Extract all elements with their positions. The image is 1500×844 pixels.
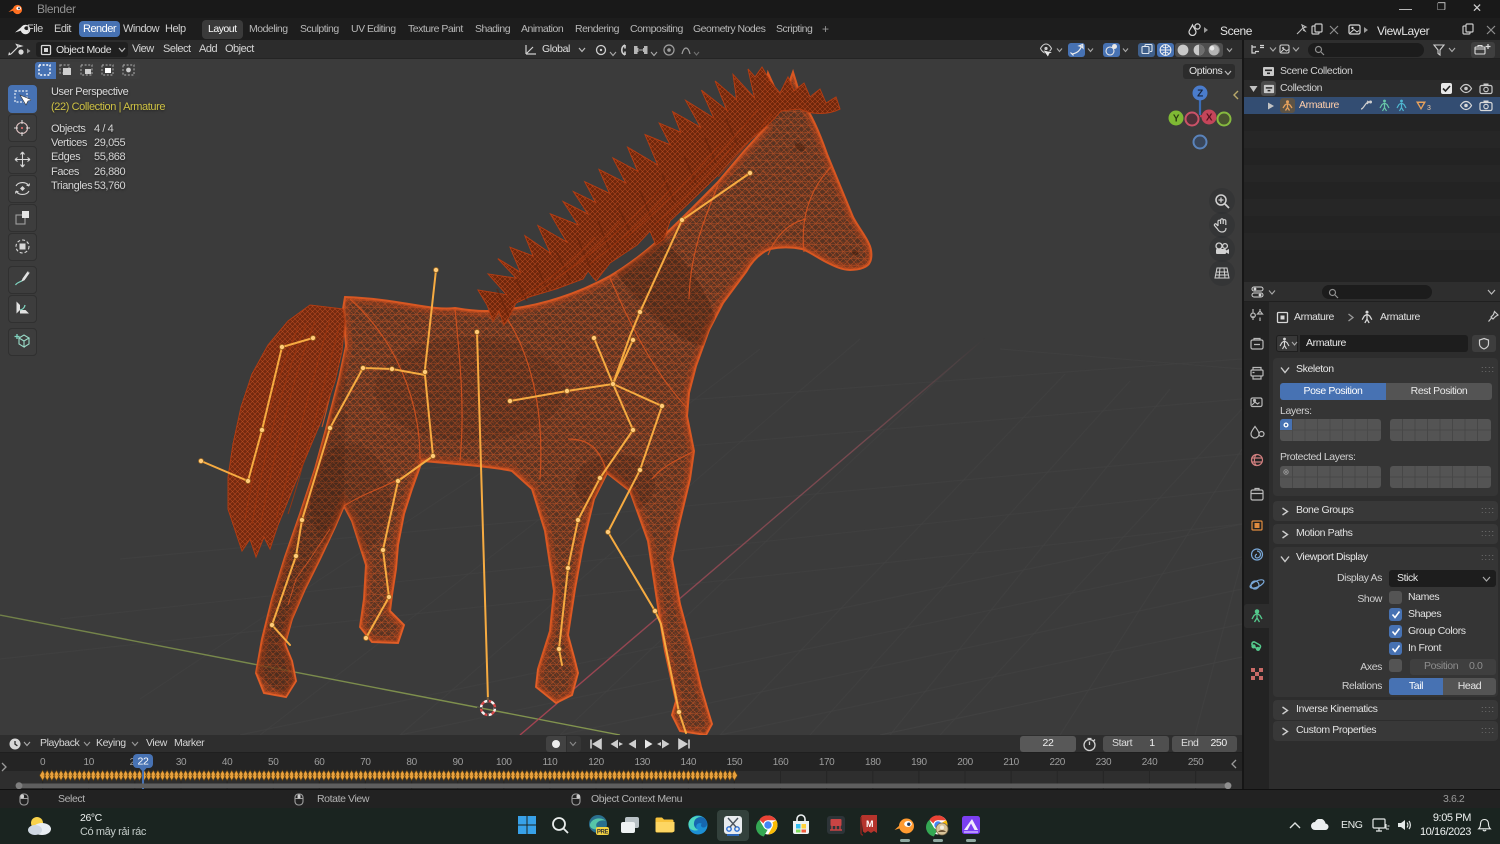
svg-text:22: 22 [138, 756, 149, 768]
svg-text:90: 90 [453, 757, 464, 768]
svg-text:M: M [866, 819, 873, 829]
svg-text:230: 230 [1096, 757, 1112, 768]
svg-text:100: 100 [496, 757, 512, 768]
svg-text:180: 180 [865, 757, 881, 768]
svg-text:40: 40 [222, 757, 233, 768]
svg-text:160: 160 [773, 757, 789, 768]
svg-text:150: 150 [727, 757, 743, 768]
svg-text:210: 210 [1003, 757, 1019, 768]
svg-text:80: 80 [406, 757, 417, 768]
svg-text:70: 70 [360, 757, 371, 768]
svg-text:130: 130 [634, 757, 650, 768]
svg-text:Z: Z [1197, 89, 1203, 100]
svg-text:3: 3 [1427, 105, 1431, 112]
svg-text:120: 120 [588, 757, 604, 768]
svg-text:110: 110 [543, 757, 559, 768]
svg-text:30: 30 [176, 757, 187, 768]
svg-text:170: 170 [819, 757, 835, 768]
svg-text:Y: Y [1173, 114, 1180, 125]
svg-text:140: 140 [681, 757, 697, 768]
svg-text:200: 200 [957, 757, 973, 768]
svg-text:0: 0 [40, 757, 46, 768]
svg-text:250: 250 [1188, 757, 1204, 768]
svg-text:50: 50 [268, 757, 279, 768]
svg-text:240: 240 [1142, 757, 1158, 768]
svg-text:X: X [1206, 113, 1213, 124]
svg-text:PRE: PRE [597, 830, 609, 836]
svg-text:220: 220 [1049, 757, 1065, 768]
svg-text:60: 60 [314, 757, 325, 768]
svg-text:10: 10 [84, 757, 95, 768]
svg-text:190: 190 [911, 757, 927, 768]
